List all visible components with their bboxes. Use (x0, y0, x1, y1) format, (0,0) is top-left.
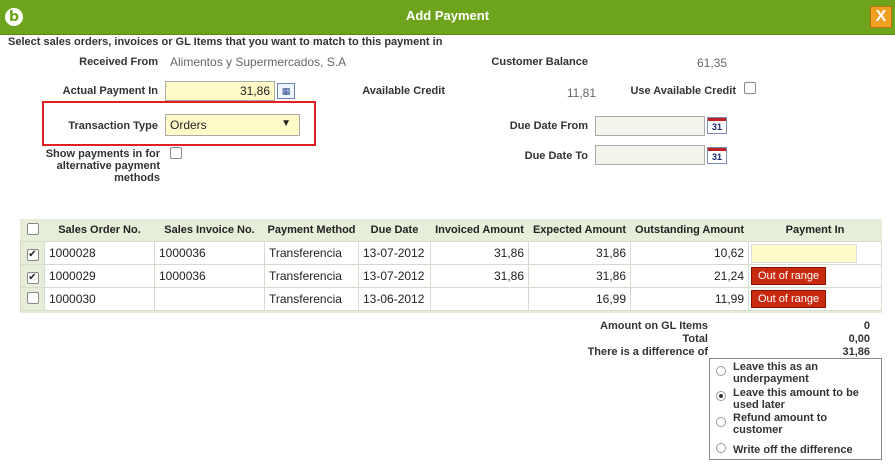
col-due-date[interactable]: Due Date (358, 219, 431, 242)
table-row[interactable]: ✔ 1000029 1000036 Transferencia 13-07-20… (20, 264, 882, 288)
transaction-type-label: Transaction Type (68, 120, 158, 132)
alt-methods-line3: methods (114, 172, 160, 184)
payment-grid: Sales Order No. Sales Invoice No. Paymen… (20, 219, 882, 311)
refund-radio[interactable] (716, 417, 726, 427)
cell-method: Transferencia (264, 264, 359, 288)
col-sales-invoice[interactable]: Sales Invoice No. (154, 219, 265, 242)
out-of-range-badge: Out of range (751, 290, 827, 308)
total-label: Total (682, 333, 708, 345)
calendar-icon[interactable]: 31 (707, 147, 727, 164)
col-outstanding-amount[interactable]: Outstanding Amount (630, 219, 749, 242)
table-row[interactable]: 1000030 Transferencia 13-06-2012 16,99 1… (20, 287, 882, 311)
leave-for-later-radio[interactable] (716, 391, 726, 401)
underpayment-radio[interactable] (716, 366, 726, 376)
underpayment-label: Leave this as an underpayment (733, 361, 818, 385)
col-payment-in[interactable]: Payment In (748, 219, 882, 242)
difference-label: There is a difference of (587, 346, 708, 358)
available-credit-label: Available Credit (362, 85, 445, 97)
calendar-icon[interactable]: 31 (707, 117, 727, 134)
actual-payment-value: 31,86 (239, 84, 270, 98)
row-checkbox[interactable]: ✔ (26, 248, 39, 261)
gl-items-label: Amount on GL Items (600, 320, 708, 332)
col-sales-order[interactable]: Sales Order No. (44, 219, 155, 242)
col-invoiced-amount[interactable]: Invoiced Amount (430, 219, 529, 242)
table-row[interactable]: ✔ 1000028 1000036 Transferencia 13-07-20… (20, 241, 882, 265)
row-checkbox[interactable] (26, 291, 39, 304)
select-all-cell (20, 219, 45, 242)
actual-payment-input[interactable]: 31,86 (165, 81, 275, 101)
cell-order: 1000029 (44, 264, 155, 288)
cell-invoiced (430, 287, 529, 311)
transaction-type-select[interactable]: Orders ▼ (165, 114, 300, 136)
cell-payment-in (748, 241, 882, 265)
gl-items-value: 0 (863, 320, 870, 332)
cell-due: 13-07-2012 (358, 264, 431, 288)
cell-due: 13-06-2012 (358, 287, 431, 311)
row-check-cell: ✔ (20, 264, 45, 288)
dialog-title: Add Payment (405, 8, 490, 23)
alt-methods-label: Show payments in for alternative payment… (20, 148, 160, 184)
due-date-to-label: Due Date To (524, 150, 588, 162)
difference-value: 31,86 (842, 346, 870, 358)
available-credit-value: 11,81 (566, 86, 596, 100)
alt-methods-line2: alternative payment (56, 160, 160, 172)
cell-expected: 16,99 (528, 287, 631, 311)
row-check-cell (20, 287, 45, 311)
alt-methods-line1: Show payments in for (45, 148, 160, 160)
out-of-range-badge: Out of range (751, 267, 827, 285)
intro-text: Select sales orders, invoices or GL Item… (8, 36, 443, 48)
due-date-from-input[interactable] (595, 116, 705, 136)
cell-outstanding: 10,62 (630, 241, 749, 265)
cell-outstanding: 11,99 (630, 287, 749, 311)
underpayment-line1: Leave this as an (733, 361, 818, 373)
col-expected-amount[interactable]: Expected Amount (528, 219, 631, 242)
cell-method: Transferencia (264, 241, 359, 265)
write-off-radio[interactable] (716, 443, 726, 453)
cell-order: 1000030 (44, 287, 155, 311)
refund-line2: customer (733, 424, 783, 436)
dropdown-arrow-icon: ▼ (281, 118, 291, 129)
due-date-to-input[interactable] (595, 145, 705, 165)
customer-balance-value: 61,35 (696, 56, 727, 70)
transaction-type-value: Orders (170, 118, 207, 132)
cell-payment-in: Out of range (748, 287, 882, 311)
cell-invoice: 1000036 (154, 264, 265, 288)
calculator-icon[interactable]: ▦ (277, 83, 295, 99)
cell-expected: 31,86 (528, 241, 631, 265)
col-payment-method[interactable]: Payment Method (264, 219, 359, 242)
cell-invoice: 1000036 (154, 241, 265, 265)
received-from-label: Received From (79, 56, 158, 68)
row-checkbox[interactable]: ✔ (26, 271, 39, 284)
total-value: 0,00 (848, 333, 870, 345)
leave-for-later-line2: used later (733, 399, 785, 411)
leave-for-later-label: Leave this amount to be used later (733, 387, 859, 411)
alt-methods-checkbox[interactable] (170, 147, 182, 159)
underpayment-line2: underpayment (733, 373, 809, 385)
use-available-credit-checkbox[interactable] (744, 82, 756, 94)
close-icon[interactable]: X (870, 6, 892, 28)
cell-invoice (154, 287, 265, 311)
cell-order: 1000028 (44, 241, 155, 265)
cell-invoiced: 31,86 (430, 241, 529, 265)
leave-for-later-line1: Leave this amount to be (733, 387, 859, 399)
grid-header-row: Sales Order No. Sales Invoice No. Paymen… (20, 219, 882, 242)
cell-expected: 31,86 (528, 264, 631, 288)
dialog-titlebar: b Add Payment X (0, 0, 895, 35)
row-check-cell: ✔ (20, 241, 45, 265)
cell-payment-in: Out of range (748, 264, 882, 288)
payment-in-input[interactable] (751, 243, 857, 263)
received-from-value: Alimentos y Supermercados, S.A (170, 55, 347, 69)
refund-label: Refund amount to customer (733, 412, 827, 436)
write-off-label: Write off the difference (733, 444, 853, 456)
cell-outstanding: 21,24 (630, 264, 749, 288)
due-date-from-label: Due Date From (509, 120, 588, 132)
refund-line1: Refund amount to (733, 412, 828, 424)
customer-balance-label: Customer Balance (491, 56, 588, 68)
select-all-checkbox[interactable] (26, 222, 39, 235)
cell-method: Transferencia (264, 287, 359, 311)
use-available-credit-label: Use Available Credit (630, 85, 736, 97)
actual-payment-label: Actual Payment In (62, 85, 158, 97)
cell-invoiced: 31,86 (430, 264, 529, 288)
cell-due: 13-07-2012 (358, 241, 431, 265)
